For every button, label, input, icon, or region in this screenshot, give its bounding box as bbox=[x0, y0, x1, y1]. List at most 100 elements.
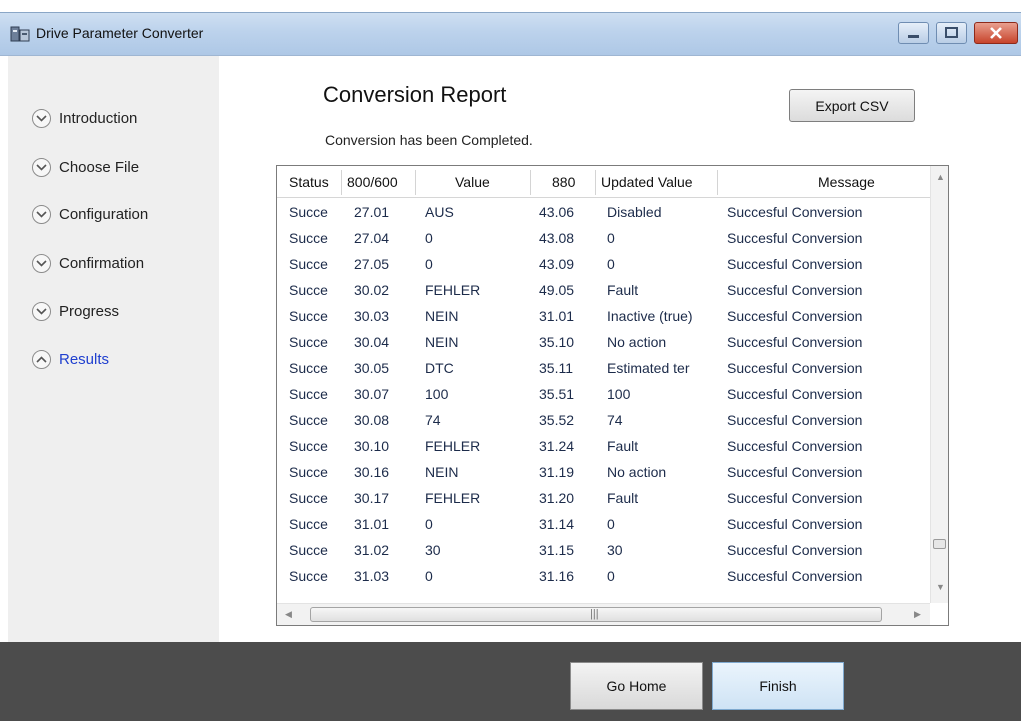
horizontal-scroll-thumb[interactable]: ||| bbox=[310, 607, 882, 622]
scroll-right-arrow-icon[interactable]: ▶ bbox=[914, 609, 921, 620]
table-row[interactable]: Succe 30.08 74 35.52 74 Succesful Conver… bbox=[277, 406, 930, 432]
column-header-880[interactable]: 880 bbox=[552, 174, 575, 190]
message-cell: Succesful Conversion bbox=[727, 360, 863, 376]
column-divider[interactable] bbox=[595, 170, 596, 195]
status-cell: Succe bbox=[289, 360, 328, 376]
nav-item-results[interactable]: Results bbox=[32, 347, 109, 371]
param-800-cell: 30.17 bbox=[354, 490, 390, 506]
status-cell: Succe bbox=[289, 282, 328, 298]
updated-value-cell: 0 bbox=[607, 256, 615, 272]
param-880-cell: 31.24 bbox=[539, 438, 575, 454]
column-divider[interactable] bbox=[341, 170, 342, 195]
nav-item-configuration[interactable]: Configuration bbox=[32, 202, 148, 226]
param-880-cell: 31.19 bbox=[539, 464, 575, 480]
go-home-button[interactable]: Go Home bbox=[570, 662, 703, 710]
chevron-down-icon bbox=[32, 301, 51, 321]
param-880-cell: 49.05 bbox=[539, 282, 575, 298]
message-cell: Succesful Conversion bbox=[727, 412, 863, 428]
scroll-down-arrow-icon[interactable]: ▼ bbox=[936, 582, 945, 592]
param-800-cell: 31.01 bbox=[354, 516, 390, 532]
param-800-cell: 27.04 bbox=[354, 230, 390, 246]
message-cell: Succesful Conversion bbox=[727, 308, 863, 324]
table-row[interactable]: Succe 30.04 NEIN 35.10 No action Succesf… bbox=[277, 328, 930, 354]
status-cell: Succe bbox=[289, 256, 328, 272]
updated-value-cell: Fault bbox=[607, 438, 639, 454]
updated-value-cell: 0 bbox=[607, 568, 615, 584]
value-cell: NEIN bbox=[425, 464, 459, 480]
nav-label: Choose File bbox=[59, 158, 140, 176]
value-cell: DTC bbox=[425, 360, 454, 376]
footer-bar: Go Home Finish bbox=[0, 642, 1021, 721]
param-800-cell: 30.08 bbox=[354, 412, 390, 428]
value-cell: FEHLER bbox=[425, 438, 481, 454]
table-row[interactable]: Succe 30.16 NEIN 31.19 No action Succesf… bbox=[277, 458, 930, 484]
message-cell: Succesful Conversion bbox=[727, 568, 863, 584]
wizard-nav-panel: Introduction Choose File Configuration C… bbox=[8, 56, 219, 642]
status-cell: Succe bbox=[289, 464, 328, 480]
table-row[interactable]: Succe 30.17 FEHLER 31.20 Fault Succesful… bbox=[277, 484, 930, 510]
message-cell: Succesful Conversion bbox=[727, 282, 863, 298]
nav-item-choose-file[interactable]: Choose File bbox=[32, 155, 139, 179]
column-header-800-600[interactable]: 800/600 bbox=[347, 174, 398, 190]
column-divider[interactable] bbox=[530, 170, 531, 195]
message-cell: Succesful Conversion bbox=[727, 490, 863, 506]
table-row[interactable]: Succe 30.02 FEHLER 49.05 Fault Succesful… bbox=[277, 276, 930, 302]
column-header-status[interactable]: Status bbox=[289, 174, 329, 190]
scroll-left-arrow-icon[interactable]: ◀ bbox=[285, 609, 292, 620]
param-800-cell: 30.04 bbox=[354, 334, 390, 350]
updated-value-cell: 0 bbox=[607, 230, 615, 246]
updated-value-cell: No action bbox=[607, 464, 667, 480]
table-row[interactable]: Succe 30.07 100 35.51 100 Succesful Conv… bbox=[277, 380, 930, 406]
updated-value-cell: 0 bbox=[607, 516, 615, 532]
minimize-icon bbox=[908, 35, 919, 38]
value-cell: FEHLER bbox=[425, 282, 481, 298]
chevron-down-icon bbox=[32, 157, 51, 177]
nav-label: Progress bbox=[59, 302, 120, 320]
maximize-icon bbox=[945, 27, 958, 38]
horizontal-scrollbar[interactable]: ◀ ||| ▶ bbox=[277, 603, 930, 625]
title-bar: Drive Parameter Converter bbox=[0, 12, 1021, 56]
table-row[interactable]: Succe 27.01 AUS 43.06 Disabled Succesful… bbox=[277, 198, 930, 224]
status-cell: Succe bbox=[289, 386, 328, 402]
minimize-button[interactable] bbox=[898, 22, 929, 44]
nav-item-confirmation[interactable]: Confirmation bbox=[32, 251, 144, 275]
value-cell: 0 bbox=[425, 256, 433, 272]
updated-value-cell: 100 bbox=[607, 386, 631, 402]
column-divider[interactable] bbox=[717, 170, 718, 195]
table-row[interactable]: Succe 30.03 NEIN 31.01 Inactive (true) S… bbox=[277, 302, 930, 328]
table-row[interactable]: Succe 31.03 0 31.16 0 Succesful Conversi… bbox=[277, 562, 930, 588]
message-cell: Succesful Conversion bbox=[727, 204, 863, 220]
column-header-updated-value[interactable]: Updated Value bbox=[601, 174, 693, 190]
param-800-cell: 31.02 bbox=[354, 542, 390, 558]
scroll-up-arrow-icon[interactable]: ▲ bbox=[936, 172, 945, 182]
status-cell: Succe bbox=[289, 230, 328, 246]
table-row[interactable]: Succe 30.05 DTC 35.11 Estimated ter Succ… bbox=[277, 354, 930, 380]
updated-value-cell: 74 bbox=[607, 412, 623, 428]
column-header-value[interactable]: Value bbox=[455, 174, 490, 190]
value-cell: 0 bbox=[425, 516, 433, 532]
status-cell: Succe bbox=[289, 412, 328, 428]
table-row[interactable]: Succe 31.01 0 31.14 0 Succesful Conversi… bbox=[277, 510, 930, 536]
table-row[interactable]: Succe 30.10 FEHLER 31.24 Fault Succesful… bbox=[277, 432, 930, 458]
chevron-down-icon bbox=[32, 253, 51, 273]
column-divider[interactable] bbox=[415, 170, 416, 195]
column-header-message[interactable]: Message bbox=[818, 174, 875, 190]
value-cell: 30 bbox=[425, 542, 441, 558]
message-cell: Succesful Conversion bbox=[727, 334, 863, 350]
results-table[interactable]: Status 800/600 Value 880 Updated Value M… bbox=[276, 165, 949, 626]
param-880-cell: 31.16 bbox=[539, 568, 575, 584]
finish-button[interactable]: Finish bbox=[712, 662, 844, 710]
table-row[interactable]: Succe 31.02 30 31.15 30 Succesful Conver… bbox=[277, 536, 930, 562]
nav-item-introduction[interactable]: Introduction bbox=[32, 106, 137, 130]
vertical-scrollbar[interactable]: ▲ ▼ bbox=[930, 166, 948, 603]
nav-item-progress[interactable]: Progress bbox=[32, 299, 119, 323]
vertical-scroll-thumb[interactable] bbox=[933, 539, 946, 549]
param-880-cell: 31.01 bbox=[539, 308, 575, 324]
close-icon bbox=[990, 27, 1002, 39]
close-button[interactable] bbox=[974, 22, 1018, 44]
export-csv-button[interactable]: Export CSV bbox=[789, 89, 915, 122]
param-880-cell: 31.14 bbox=[539, 516, 575, 532]
table-row[interactable]: Succe 27.04 0 43.08 0 Succesful Conversi… bbox=[277, 224, 930, 250]
table-row[interactable]: Succe 27.05 0 43.09 0 Succesful Conversi… bbox=[277, 250, 930, 276]
maximize-button[interactable] bbox=[936, 22, 967, 44]
